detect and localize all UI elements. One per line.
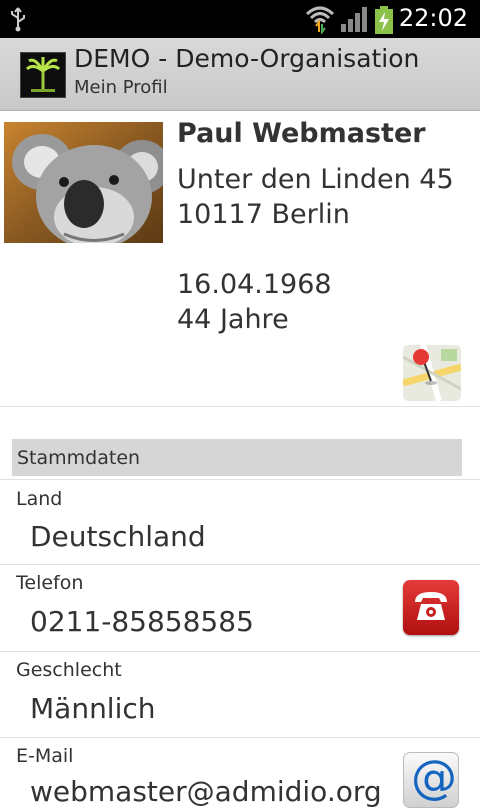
- status-bar: 22:02: [0, 0, 480, 38]
- field-label-telefon: Telefon: [16, 572, 84, 594]
- field-value-email: webmaster@admidio.org: [30, 775, 382, 808]
- app-subtitle: Mein Profil: [74, 77, 168, 98]
- app-bar: DEMO - Demo-Organisation Mein Profil: [0, 38, 480, 111]
- profile-street: Unter den Linden 45: [177, 164, 454, 195]
- app-logo-icon[interactable]: [20, 52, 66, 98]
- signal-icon: [340, 6, 370, 36]
- section-header: Stammdaten: [12, 439, 462, 476]
- profile-name: Paul Webmaster: [177, 118, 426, 149]
- battery-charging-icon: [374, 6, 394, 38]
- field-label-email: E-Mail: [16, 745, 74, 767]
- profile-birthday: 16.04.1968: [177, 269, 332, 300]
- phone-icon: [415, 592, 447, 620]
- profile-age: 44 Jahre: [177, 304, 289, 335]
- field-label-geschlecht: Geschlecht: [16, 659, 122, 681]
- map-icon: [403, 345, 461, 401]
- map-button[interactable]: [403, 345, 461, 401]
- app-title: DEMO - Demo-Organisation: [74, 44, 420, 73]
- call-button[interactable]: [403, 580, 459, 635]
- profile-city: 10117 Berlin: [177, 199, 350, 230]
- clock: 22:02: [398, 4, 468, 32]
- field-value-land: Deutschland: [30, 520, 206, 553]
- field-label-land: Land: [16, 488, 63, 510]
- divider: [0, 479, 480, 480]
- field-value-geschlecht: Männlich: [30, 692, 156, 725]
- avatar: [4, 122, 163, 243]
- field-value-telefon: 0211-85858585: [30, 605, 254, 638]
- divider: [0, 651, 480, 652]
- section-title: Stammdaten: [17, 447, 141, 469]
- divider: [0, 406, 480, 407]
- email-icon: @: [411, 750, 457, 804]
- wifi-icon: [305, 4, 335, 38]
- usb-icon: [8, 6, 28, 36]
- divider: [0, 564, 480, 565]
- divider: [0, 737, 480, 738]
